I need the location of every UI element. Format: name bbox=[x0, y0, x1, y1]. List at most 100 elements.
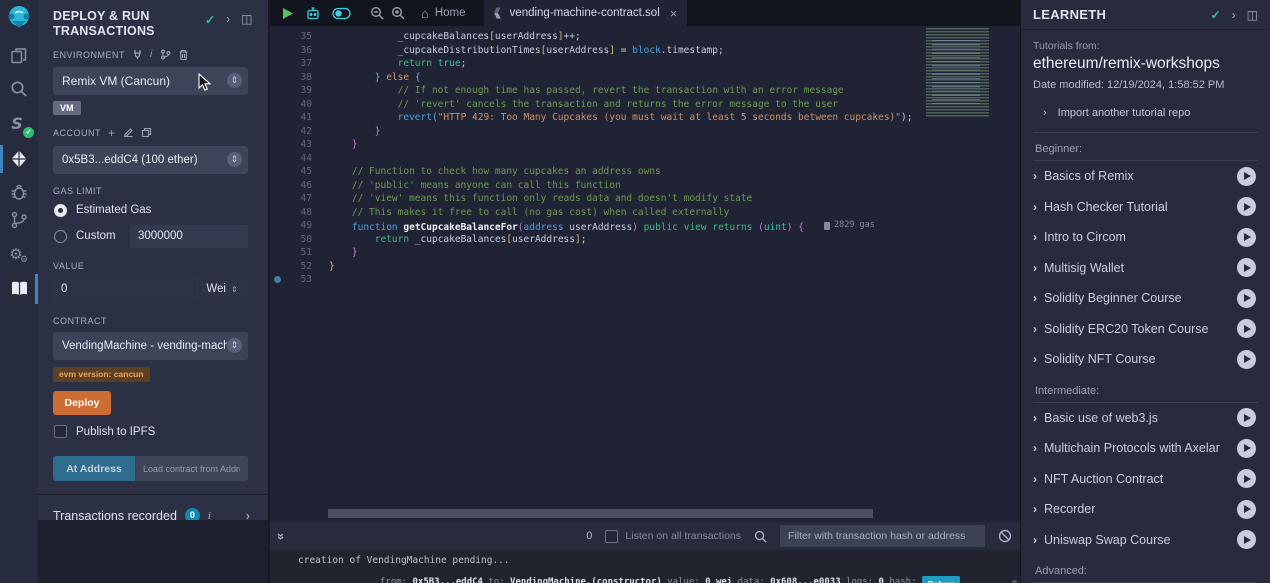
at-address-button[interactable]: At Address bbox=[53, 456, 135, 481]
tutorial-item[interactable]: ›Intro to Circom bbox=[1033, 222, 1258, 253]
tutorial-item[interactable]: ›Basic use of web3.js bbox=[1033, 403, 1258, 434]
deploy-button[interactable]: Deploy bbox=[53, 391, 111, 415]
run-script-icon[interactable] bbox=[281, 7, 294, 20]
chevron-right-icon[interactable]: › bbox=[226, 13, 230, 25]
gas-estimate-annotation: 2829 gas bbox=[824, 219, 875, 233]
custom-gas-label: Custom bbox=[76, 230, 116, 242]
zoom-out-icon[interactable] bbox=[370, 6, 384, 20]
tutorial-play-button[interactable] bbox=[1237, 439, 1256, 458]
search-icon[interactable] bbox=[0, 79, 38, 99]
deploy-run-icon[interactable] bbox=[0, 149, 38, 169]
chevron-right-icon: › bbox=[1033, 200, 1037, 214]
tutorial-play-button[interactable] bbox=[1237, 350, 1256, 369]
copy-account-icon[interactable] bbox=[141, 127, 152, 138]
account-value: 0x5B3...eddC4 (100 ether) bbox=[62, 154, 227, 166]
trash-icon[interactable] bbox=[178, 49, 189, 61]
dropdown-toggle-icon[interactable]: ⇕ bbox=[227, 73, 242, 88]
custom-gas-radio[interactable] bbox=[54, 230, 67, 243]
tutorial-play-button[interactable] bbox=[1237, 167, 1256, 186]
tutorial-play-button[interactable] bbox=[1237, 197, 1256, 216]
plug-icon[interactable] bbox=[132, 49, 143, 60]
tutorial-item[interactable]: ›Solidity ERC20 Token Course bbox=[1033, 314, 1258, 345]
clear-console-icon[interactable] bbox=[998, 529, 1012, 543]
tutorial-item[interactable]: ›NFT Auction Contract bbox=[1033, 464, 1258, 495]
ai-assistant-icon[interactable] bbox=[305, 6, 321, 21]
tutorial-item[interactable]: ›Hash Checker Tutorial bbox=[1033, 192, 1258, 223]
repo-meta: Tutorials from: ethereum/remix-workshops… bbox=[1021, 30, 1270, 91]
listen-all-checkbox[interactable] bbox=[605, 530, 618, 543]
tutorial-item[interactable]: ›Recorder bbox=[1033, 494, 1258, 525]
zoom-in-icon[interactable] bbox=[391, 6, 405, 20]
add-account-icon[interactable]: + bbox=[108, 126, 116, 140]
tutorial-item[interactable]: › Multisig Wallet bbox=[1033, 253, 1258, 284]
listen-all-row[interactable]: Listen on all transactions bbox=[605, 530, 741, 543]
value-unit-select[interactable]: Wei ⇕ bbox=[196, 277, 248, 302]
debug-button[interactable]: Debug bbox=[922, 576, 960, 583]
pin-panel-icon[interactable]: ◫ bbox=[1247, 9, 1258, 21]
editor-horizontal-scrollbar[interactable] bbox=[328, 509, 873, 518]
estimated-gas-radio[interactable] bbox=[54, 204, 67, 217]
tutorial-play-button[interactable] bbox=[1237, 469, 1256, 488]
play-icon bbox=[1244, 294, 1251, 302]
custom-gas-input[interactable] bbox=[130, 225, 248, 248]
git-icon[interactable] bbox=[0, 210, 38, 230]
tutorial-play-button[interactable] bbox=[1237, 289, 1256, 308]
import-repo-label: Import another tutorial repo bbox=[1058, 107, 1191, 119]
tab-vending-machine-contract[interactable]: vending-machine-contract.sol × bbox=[484, 0, 688, 26]
tutorial-play-button[interactable] bbox=[1237, 500, 1256, 519]
tutorial-play-button[interactable] bbox=[1237, 408, 1256, 427]
tutorial-item-label: Uniswap Swap Course bbox=[1044, 533, 1170, 547]
play-icon bbox=[1244, 264, 1251, 272]
terminal-filter-input[interactable] bbox=[780, 525, 985, 547]
pin-panel-icon[interactable]: ◫ bbox=[241, 13, 252, 25]
debugger-icon[interactable] bbox=[0, 182, 38, 202]
solidity-compiler-icon[interactable]: S ✓ bbox=[0, 113, 38, 135]
chevron-right-icon: › bbox=[1043, 107, 1047, 119]
dropdown-toggle-icon[interactable]: ⇕ bbox=[227, 338, 242, 353]
edit-account-icon[interactable] bbox=[123, 127, 134, 138]
tutorial-play-button[interactable] bbox=[1237, 319, 1256, 338]
expand-terminal-icon[interactable]: » bbox=[274, 532, 289, 539]
toggle-switch-icon[interactable] bbox=[332, 7, 351, 20]
import-repo-toggle[interactable]: › Import another tutorial repo bbox=[1043, 107, 1270, 119]
environment-select[interactable]: Remix VM (Cancun) ⇕ bbox=[53, 67, 248, 95]
file-explorer-icon[interactable] bbox=[0, 46, 38, 66]
contract-select[interactable]: VendingMachine - vending-machin ⇕ bbox=[53, 332, 248, 360]
fork-environment-icon[interactable] bbox=[160, 49, 171, 60]
tutorial-item[interactable]: › Uniswap Swap Course bbox=[1033, 525, 1258, 556]
value-input[interactable] bbox=[53, 277, 194, 302]
learneth-icon[interactable] bbox=[0, 279, 38, 298]
tutorial-play-button[interactable] bbox=[1237, 530, 1256, 549]
listen-all-label: Listen on all transactions bbox=[625, 530, 741, 542]
tutorial-item-label: Multisig Wallet bbox=[1044, 261, 1124, 275]
tutorial-play-button[interactable] bbox=[1237, 228, 1256, 247]
code-line: 46 // 'public' means anyone can call thi… bbox=[270, 179, 1020, 193]
account-select[interactable]: 0x5B3...eddC4 (100 ether) ⇕ bbox=[53, 146, 248, 174]
chevron-right-icon[interactable]: › bbox=[1232, 9, 1236, 21]
dropdown-toggle-icon[interactable]: ⇕ bbox=[227, 152, 242, 167]
tab-home[interactable]: ⌂ Home bbox=[421, 6, 466, 21]
tutorial-item[interactable]: ›Multichain Protocols with Axelar bbox=[1033, 433, 1258, 464]
line-number: 38 bbox=[270, 71, 312, 85]
line-number: 43 bbox=[270, 138, 312, 152]
info-icon[interactable]: i bbox=[150, 49, 153, 60]
chevron-right-icon: › bbox=[1033, 261, 1037, 275]
at-address-input[interactable] bbox=[135, 456, 248, 481]
editor-minimap[interactable] bbox=[922, 26, 1010, 118]
tutorial-item[interactable]: ›Solidity NFT Course bbox=[1033, 344, 1258, 375]
chevron-right-icon: › bbox=[1033, 533, 1037, 547]
code-lines[interactable]: 35 _cupcakeBalances[userAddress]++;36 _c… bbox=[270, 26, 1020, 287]
terminal-search-icon[interactable] bbox=[754, 530, 767, 543]
settings-icon[interactable]: ⚙ ⚙ bbox=[0, 244, 38, 264]
solidity-file-icon bbox=[494, 7, 503, 19]
publish-ipfs-checkbox[interactable] bbox=[54, 425, 67, 438]
line-number: 37 bbox=[270, 57, 312, 71]
code-editor[interactable]: ⌂ Home vending-machine-contract.sol × 35… bbox=[270, 0, 1020, 522]
close-tab-icon[interactable]: × bbox=[670, 6, 678, 21]
tutorial-item[interactable]: ›Solidity Beginner Course bbox=[1033, 283, 1258, 314]
chevron-right-icon: › bbox=[1033, 169, 1037, 183]
tutorial-play-button[interactable] bbox=[1237, 258, 1256, 277]
tutorial-item[interactable]: ›Basics of Remix bbox=[1033, 161, 1258, 192]
tutorial-section-label: Advanced: bbox=[1033, 555, 1258, 583]
environment-label: ENVIRONMENT bbox=[53, 50, 125, 60]
